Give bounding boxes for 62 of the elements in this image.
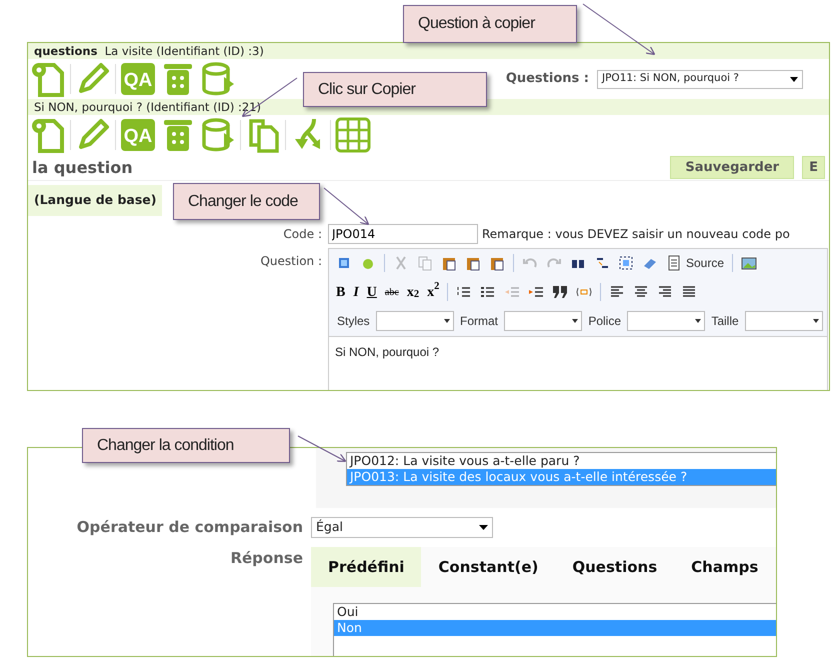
source-button[interactable]: Source (663, 252, 728, 274)
quote-icon (552, 284, 568, 300)
gear-document-icon[interactable] (30, 117, 66, 153)
save-button[interactable]: Sauvegarder (670, 156, 794, 180)
callout: Clic sur Copier (303, 72, 487, 107)
editor-text: Si NON, pourquoi ? (329, 336, 827, 390)
callout: Question à copier (403, 5, 577, 43)
caret-icon (695, 319, 702, 324)
combo-field[interactable] (504, 311, 582, 332)
questions-label: Questions : (506, 70, 589, 88)
select-all-icon (618, 255, 634, 272)
format-button[interactable]: x$_{2}$ (404, 281, 422, 304)
format-button[interactable]: I (350, 281, 362, 304)
code-label: Code : (282, 226, 323, 243)
document-icon (666, 255, 682, 272)
combo-label: Taille (711, 313, 739, 330)
format-button[interactable]: abc (382, 281, 402, 304)
caret-icon (572, 319, 578, 324)
combo-label: Police (588, 313, 622, 330)
combo-field[interactable] (627, 311, 706, 332)
operator-select[interactable]: Égal (311, 516, 493, 538)
answer-label: Réponse (229, 548, 303, 568)
combo-label: Styles (337, 313, 370, 330)
copy-icon (417, 255, 433, 272)
caret-icon (790, 76, 798, 82)
clipboard-icon (489, 255, 505, 272)
database-icon[interactable] (200, 61, 236, 97)
callout: Changer le code (173, 183, 320, 220)
database-icon[interactable] (200, 117, 236, 153)
caret-icon (813, 319, 819, 324)
question-listbox[interactable]: JPO012: La visite vous a-t-elle paru ? JPO013: La visite des locaux vous a-t-elle intéressée ? (346, 452, 776, 486)
combo-field[interactable] (744, 311, 823, 332)
leader-line (298, 436, 346, 462)
tab[interactable]: Prédéfini (311, 546, 422, 587)
format-button[interactable]: x$^{2}$ (424, 281, 442, 304)
combo-label: Format (460, 313, 498, 330)
gear-document-icon[interactable] (30, 61, 66, 97)
format-button[interactable]: U (364, 281, 380, 304)
clipboard-icon (465, 255, 481, 272)
format-button[interactable]: B (333, 281, 348, 304)
question-label: Question : (259, 252, 323, 270)
group-title: questions La visite (Identifiant (ID) :3) (28, 43, 829, 59)
leader-line (324, 188, 370, 226)
clipboard-icon (441, 255, 457, 272)
caret-icon (479, 524, 488, 530)
tab[interactable]: Questions (555, 546, 674, 587)
list-option[interactable]: Oui (334, 604, 776, 620)
list-option[interactable]: JPO012: La visite vous a-t-elle paru ? (347, 453, 776, 469)
code-note: Remarque : vous DEVEZ saisir un nouveau code po (482, 226, 790, 243)
operator-label: Opérateur de comparaison (76, 517, 303, 538)
image-icon (741, 255, 758, 272)
toolbar-button[interactable]: E (802, 156, 825, 180)
caret-icon (444, 319, 450, 324)
questions-select[interactable]: JPO11: Si NON, pourquoi ? (597, 70, 803, 88)
answer-listbox[interactable]: Oui Non (333, 603, 776, 656)
language-tab[interactable]: (Langue de base) (28, 185, 162, 216)
callout: Changer la condition (82, 428, 290, 463)
tab[interactable]: Constant(e) (421, 546, 556, 587)
tab[interactable]: Champs (674, 546, 776, 587)
section-title: la question (32, 156, 133, 178)
grid-icon[interactable] (335, 117, 371, 153)
combo-field[interactable] (376, 311, 454, 332)
